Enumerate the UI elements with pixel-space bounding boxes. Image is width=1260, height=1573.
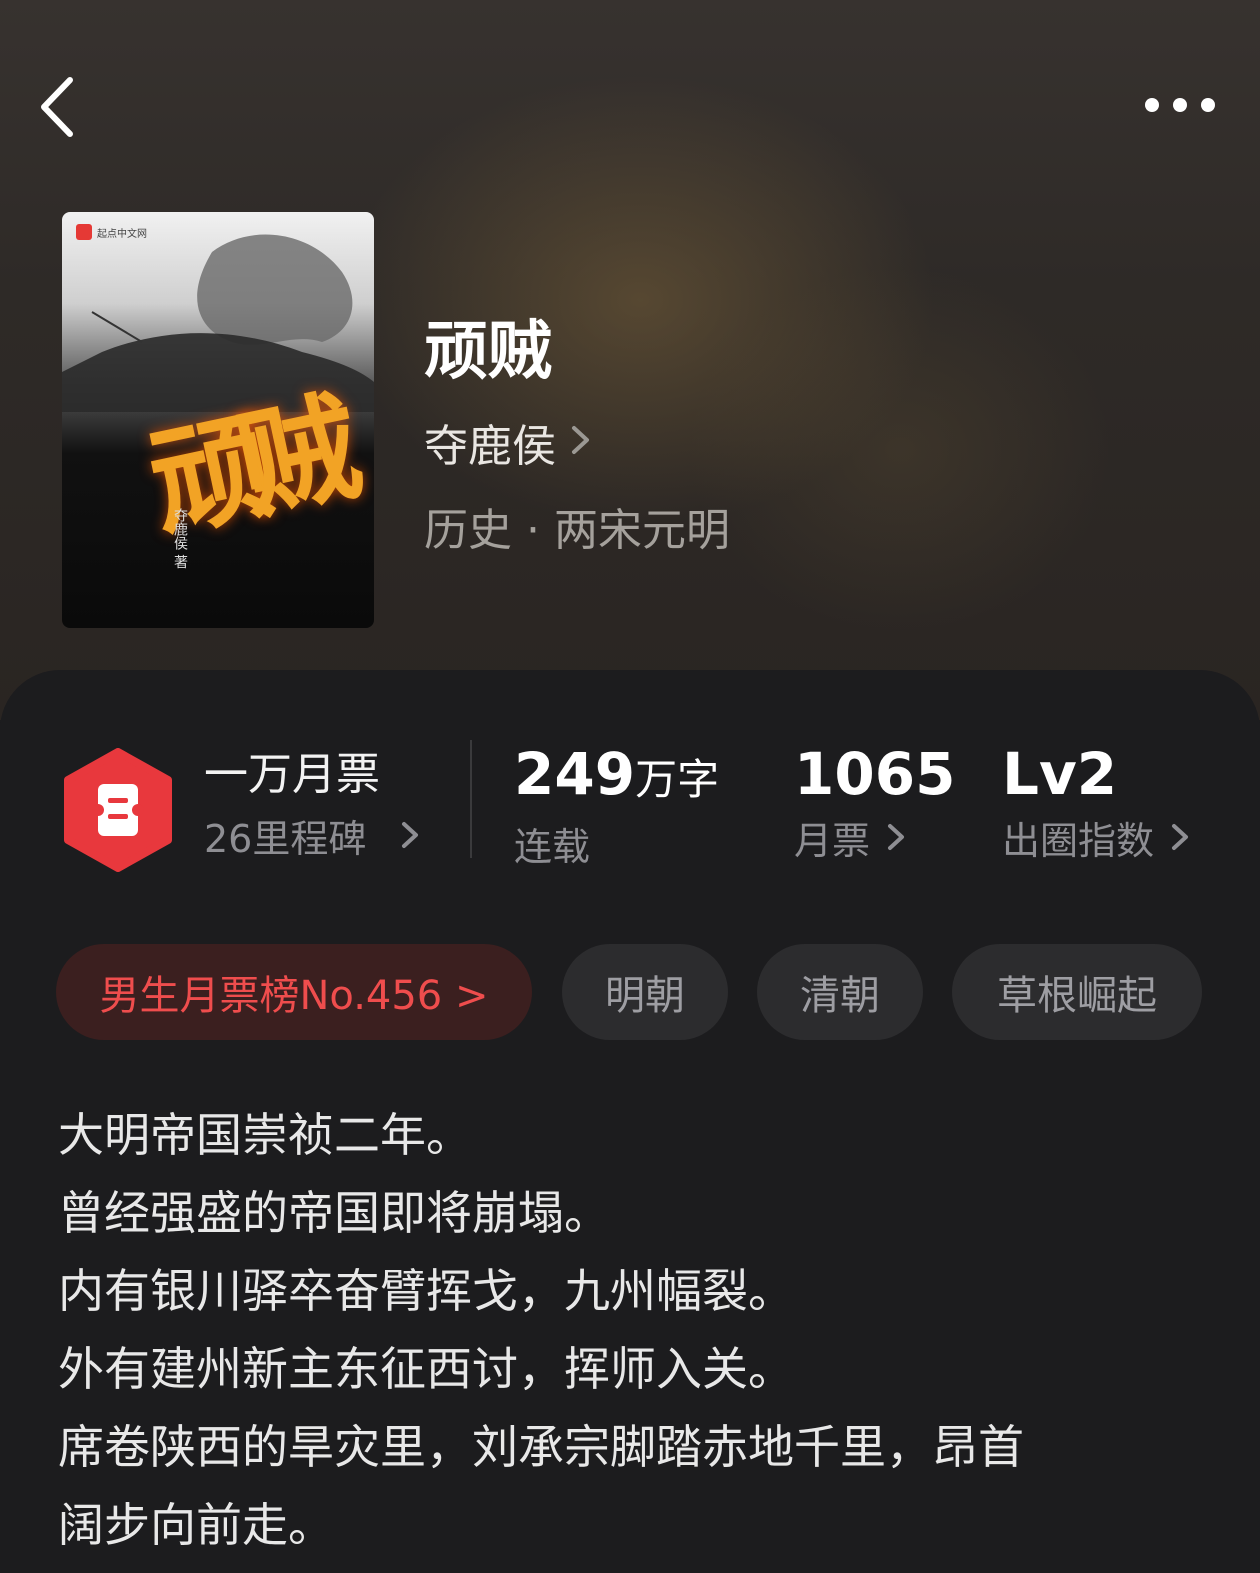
book-title: 顽贼 (424, 314, 552, 389)
cover-title-art: 顽贼 (137, 381, 343, 557)
chevron-left-icon (41, 77, 73, 137)
description-line: 曾经强盛的帝国即将崩塌。 (58, 1186, 610, 1240)
description-line: 阔步向前走。 (58, 1498, 334, 1552)
monthly-ticket-milestone[interactable]: 一万月票 26里程碑 (204, 748, 420, 866)
chevron-right-icon (400, 812, 420, 866)
cover-author: 夺鹿侯 著 (172, 508, 188, 569)
stats-divider (470, 740, 472, 858)
description-line: 席卷陕西的旱灾里，刘承宗脚踏赤地千里，昂首 (58, 1420, 1024, 1474)
tag-grassroots-rise[interactable]: 草根崛起 (952, 944, 1202, 1040)
chevron-right-icon (570, 422, 592, 462)
monthly-tickets-value: 1065 (794, 740, 956, 808)
milestone-subtitle: 26里程碑 (204, 817, 367, 861)
word-count-unit: 万字 (635, 755, 720, 804)
word-count-stat: 249万字 连载 (514, 740, 719, 872)
author-link[interactable]: 夺鹿侯 (424, 410, 592, 474)
popularity-level-value: Lv2 (1002, 740, 1118, 808)
ranking-tag[interactable]: 男生月票榜No.456 > (56, 944, 532, 1040)
book-description[interactable]: 大明帝国崇祯二年。 曾经强盛的帝国即将崩塌。 内有银川驿卒奋臂挥戈，九州幅裂。 … (58, 1096, 1208, 1564)
author-name: 夺鹿侯 (424, 421, 556, 472)
word-count-value: 249 (514, 740, 636, 808)
popularity-index-stat[interactable]: Lv2 出圈指数 (1002, 740, 1190, 866)
book-genre: 历史 · 两宋元明 (424, 505, 730, 556)
back-button[interactable] (36, 72, 96, 142)
chevron-right-icon (1170, 816, 1190, 866)
tag-ming-dynasty[interactable]: 明朝 (562, 944, 728, 1040)
chevron-right-icon (886, 816, 906, 866)
milestone-title: 一万月票 (204, 749, 380, 800)
monthly-tickets-label: 月票 (794, 819, 871, 863)
description-line: 大明帝国崇祯二年。 (58, 1108, 472, 1162)
tag-qing-dynasty[interactable]: 清朝 (757, 944, 923, 1040)
more-dots-icon (1145, 98, 1215, 112)
monthly-tickets-stat[interactable]: 1065 月票 (794, 740, 955, 866)
description-line: 内有银川驿卒奋臂挥戈，九州幅裂。 (58, 1264, 794, 1318)
ticket-hexagon-icon[interactable] (62, 748, 174, 872)
popularity-index-label: 出圈指数 (1002, 819, 1155, 863)
serial-status: 连载 (514, 825, 591, 869)
more-options-button[interactable] (1140, 90, 1220, 120)
description-line: 外有建州新主东征西讨，挥师入关。 (58, 1342, 794, 1396)
book-cover[interactable]: 起点中文网 顽贼 夺鹿侯 著 (62, 212, 374, 628)
